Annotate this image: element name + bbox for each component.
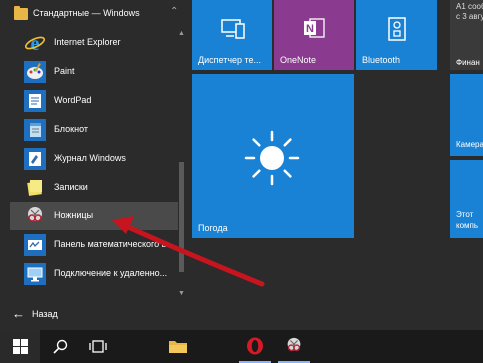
tile-label: Камера [456,140,483,149]
tile-device-manager[interactable]: Диспетчер те... [192,0,272,70]
app-label: Подключение к удаленно... [54,268,168,278]
app-notepad[interactable]: Блокнот [12,116,178,144]
tile-label: Bluetooth [362,55,401,65]
scroll-up-icon[interactable]: ▲ [178,30,185,37]
windows-logo-icon [13,339,28,354]
tile-weather[interactable]: Погода [192,74,354,238]
tile-this-pc[interactable]: Этот компь [450,160,483,238]
snipping-tool-icon [287,337,301,352]
windows-journal-icon [24,148,46,170]
taskbar [0,330,483,363]
app-label: Записки [54,182,88,192]
app-label: Internet Explorer [54,37,121,47]
math-input-icon [24,234,46,256]
paint-icon [24,61,46,83]
taskbar-snipping-tool[interactable] [274,330,314,363]
app-label: WordPad [54,95,92,105]
tile-bluetooth[interactable]: Bluetooth [356,0,437,70]
search-icon [53,339,68,354]
scroll-down-icon[interactable]: ▼ [178,290,185,297]
app-label: Paint [54,66,75,76]
opera-icon [247,337,263,355]
app-windows-journal[interactable]: Журнал Windows [12,145,178,173]
search-button[interactable] [40,330,80,363]
taskbar-file-explorer[interactable] [158,330,198,363]
tile-camera[interactable]: Камера [450,74,483,156]
tile-label: Финан [456,58,480,67]
tile-label: OneNote [280,55,317,65]
sun-icon [244,130,300,186]
scrollbar-thumb[interactable] [179,162,184,272]
tile-label: Погода [198,223,228,233]
remote-desktop-icon [24,263,46,285]
wordpad-icon [24,90,46,112]
notepad-icon [24,119,46,141]
sticky-notes-icon [24,177,46,199]
app-wordpad[interactable]: WordPad [12,87,178,115]
app-label: Блокнот [54,124,89,134]
task-view-button[interactable] [78,330,118,363]
task-view-icon [89,340,107,353]
tile-finance[interactable]: А1 сооб с 3 авгу Финан [450,0,483,70]
group-header-label: Стандартные — Windows [33,8,140,18]
app-math-input-panel[interactable]: Панель математического в... [12,231,178,259]
svg-text:N: N [306,23,314,35]
app-label: Журнал Windows [54,153,126,163]
onenote-icon: N [304,18,325,38]
back-button[interactable]: ← Назад [0,300,192,330]
back-arrow-icon: ← [12,306,25,321]
folder-icon [169,341,187,353]
app-list-scrollbar[interactable]: ▲ ▼ [178,30,186,300]
app-sticky-notes[interactable]: Записки [12,174,178,202]
app-label: Ножницы [54,210,94,220]
tile-onenote[interactable]: N OneNote [274,0,354,70]
tile-label-line: Этот [456,210,474,219]
app-label: Панель математического в... [54,239,174,249]
snipping-tool-icon [24,205,46,227]
chevron-up-icon: ⌃ [170,6,179,17]
group-header-accessories[interactable]: Стандартные — Windows ⌃ [0,0,192,29]
back-label: Назад [32,309,58,319]
internet-explorer-icon: e [24,32,46,55]
news-line: с 3 авгу [456,12,483,21]
svg-text:e: e [31,33,40,54]
taskbar-opera[interactable] [235,330,275,363]
devices-icon [221,19,245,39]
bluetooth-device-icon [388,17,406,41]
start-menu-app-list: Стандартные — Windows ⌃ e Internet Explo… [0,0,192,330]
app-remote-desktop[interactable]: Подключение к удаленно... [12,260,178,288]
tile-label-line: компь [456,221,479,230]
tile-label: Диспетчер те... [198,55,262,65]
app-snipping-tool[interactable]: Ножницы [10,202,178,230]
start-button[interactable] [0,330,40,363]
app-internet-explorer[interactable]: e Internet Explorer [12,29,178,57]
news-line: А1 сооб [456,2,483,11]
app-paint[interactable]: Paint [12,58,178,86]
folder-icon [14,6,28,20]
